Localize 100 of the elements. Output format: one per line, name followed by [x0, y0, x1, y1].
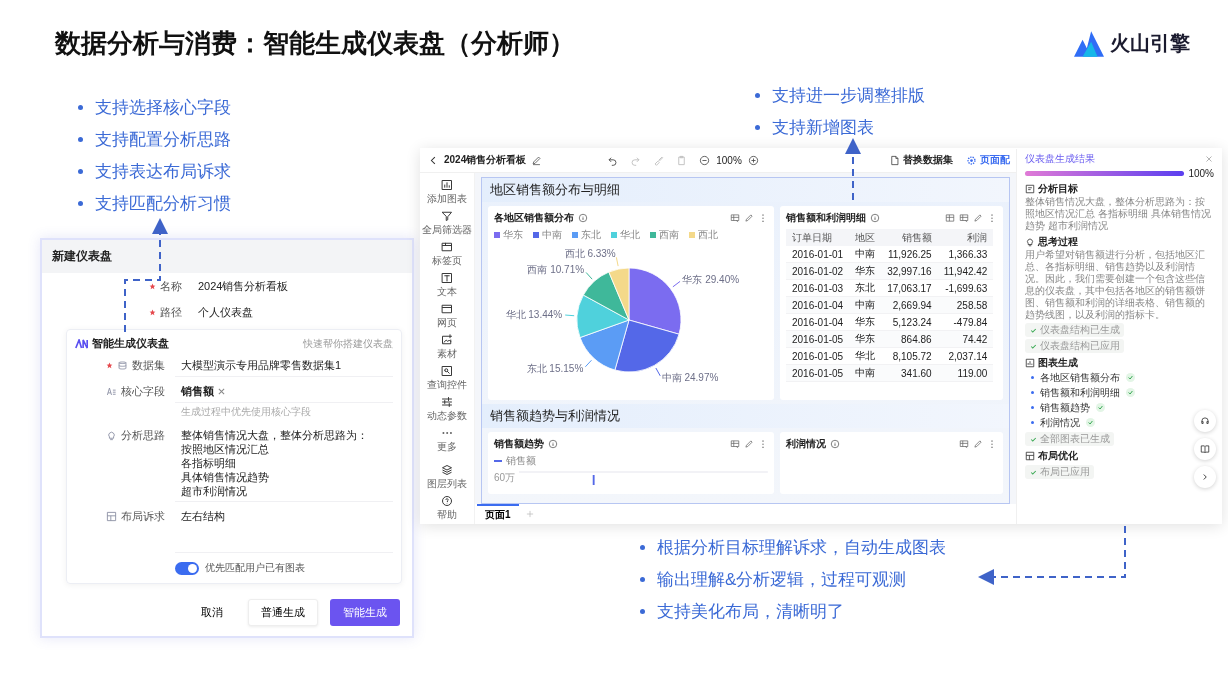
lightbulb-icon — [1025, 236, 1035, 247]
table-icon[interactable] — [945, 213, 955, 223]
pencil-icon[interactable] — [973, 439, 983, 449]
sidebar-item[interactable]: 素材 — [437, 332, 457, 363]
bullet-dot — [78, 168, 83, 174]
sidebar-item[interactable]: 网页 — [437, 301, 457, 332]
panel-title: 仪表盘生成结果 — [1025, 152, 1095, 166]
sidebar-item[interactable]: 标签页 — [432, 239, 462, 270]
field-label: 分析思路 — [121, 428, 165, 443]
step-title: 布局优化 — [1038, 448, 1078, 463]
chart-title: 各地区销售额分布 — [494, 211, 574, 225]
note-text: 根据分析目标理解诉求，自动生成图表 — [657, 536, 946, 559]
dashed-arrow — [845, 138, 861, 201]
grid-icon[interactable] — [730, 439, 740, 449]
leader-line — [672, 280, 681, 288]
legend-label: 东北 — [581, 228, 601, 242]
bullet-dot — [640, 576, 645, 582]
dataset-select[interactable]: 大模型演示专用品牌零售数据集1 — [175, 355, 393, 377]
leader-line — [615, 256, 619, 267]
note-text: 支持配置分析思路 — [95, 128, 231, 151]
zoom-out-icon[interactable] — [699, 154, 711, 166]
sidebar-item[interactable]: 图层列表 — [427, 462, 467, 493]
field-label: 核心字段 — [121, 384, 165, 399]
zoom-in-icon[interactable] — [747, 154, 759, 166]
clipboard-icon[interactable] — [676, 154, 688, 166]
close-icon[interactable] — [1204, 154, 1214, 164]
close-icon[interactable] — [218, 388, 225, 395]
toggle-switch[interactable] — [175, 561, 199, 575]
info-icon[interactable] — [548, 439, 558, 449]
pencil-icon[interactable] — [744, 213, 754, 223]
sidebar-item[interactable]: 查询控件 — [427, 363, 467, 394]
grid-icon[interactable] — [730, 213, 740, 223]
note-text: 支持美化布局，清晰明了 — [657, 600, 844, 623]
dialog-button[interactable]: 智能生成 — [330, 599, 400, 626]
table-cell: 2016-01-01 — [786, 246, 850, 263]
window-icon — [441, 303, 453, 315]
table-cell: 11,926.25 — [881, 246, 938, 263]
slice-label: 华东 29.40% — [682, 273, 740, 285]
table-cell: 1,366.33 — [937, 246, 994, 263]
support-button[interactable] — [1194, 410, 1216, 432]
ai-logo-icon — [75, 338, 88, 349]
legend-label: 华北 — [620, 228, 640, 242]
note-text: 支持选择核心字段 — [95, 96, 231, 119]
field-label: 数据集 — [132, 358, 165, 373]
legend-label: 西北 — [698, 228, 718, 242]
pencil-icon[interactable] — [744, 439, 754, 449]
toggle-label: 优先匹配用户已有图表 — [205, 561, 305, 575]
bullet-dot — [78, 104, 83, 110]
sidebar-item[interactable]: 添加图表 — [427, 177, 467, 208]
sidebar-item[interactable]: 文本 — [437, 270, 457, 301]
layout-icon — [106, 511, 117, 522]
pencil-icon[interactable] — [531, 154, 543, 166]
note-text: 支持匹配分析习惯 — [95, 192, 231, 215]
chart-item-label: 销售额趋势 — [1040, 400, 1090, 415]
note-text: 支持进一步调整排版 — [772, 84, 925, 107]
page-tab[interactable]: 页面1 — [477, 504, 519, 524]
chart-item-label: 利润情况 — [1040, 415, 1080, 430]
undo-icon[interactable] — [607, 154, 619, 166]
info-icon[interactable] — [830, 439, 840, 449]
card-title: 智能生成仪表盘 — [92, 336, 169, 351]
sidebar-item[interactable]: 全局筛选器 — [422, 208, 472, 239]
table-cell: 2016-01-05 — [786, 347, 850, 365]
grid-icon[interactable] — [959, 213, 969, 223]
dialog-button[interactable]: 普通生成 — [248, 599, 318, 626]
chart-title: 销售额趋势 — [494, 437, 544, 451]
tag-label: 仪表盘结构已生成 — [1040, 323, 1120, 337]
dialog-title: 新建仪表盘 — [52, 249, 112, 263]
sidebar-item[interactable]: 动态参数 — [427, 394, 467, 425]
core-field-input[interactable]: 销售额 — [175, 381, 393, 403]
legend-label: 华东 — [503, 228, 523, 242]
table-cell: 华北 — [849, 347, 882, 365]
table-cell: 中南 — [849, 246, 882, 263]
field-label: 名称 — [160, 278, 182, 294]
tag-label: 仪表盘结构已应用 — [1040, 339, 1120, 353]
leader-line — [584, 359, 592, 368]
chart-title: 利润情况 — [786, 437, 826, 451]
help-icon — [441, 495, 453, 507]
toolbar-button[interactable]: 页面配 — [962, 153, 1014, 167]
text-field[interactable]: 个人仪表盘 — [192, 300, 412, 324]
chart-item-label: 各地区销售额分布 — [1040, 370, 1120, 385]
info-icon[interactable] — [870, 213, 880, 223]
logo-text: 火山引擎 — [1110, 31, 1190, 56]
bullet-dot — [78, 200, 83, 206]
sidebar-item[interactable]: 帮助 — [437, 493, 457, 524]
toolbar-button[interactable]: 替换数据集 — [885, 153, 957, 167]
column-header: 利润 — [937, 229, 994, 246]
slice-label: 西南 10.71% — [527, 264, 585, 276]
leader-line — [655, 367, 661, 377]
dialog-button[interactable]: 取消 — [188, 599, 236, 626]
pencil-icon[interactable] — [973, 213, 983, 223]
info-icon[interactable] — [578, 213, 588, 223]
text-field[interactable]: 2024销售分析看板 — [192, 274, 412, 298]
table-cell: 5,123.24 — [881, 313, 938, 331]
book-icon — [1200, 444, 1210, 454]
sidebar-item[interactable]: 更多 — [437, 425, 457, 456]
note-text: 支持新增图表 — [772, 116, 874, 139]
grid-icon[interactable] — [959, 439, 969, 449]
guide-button[interactable] — [1194, 438, 1216, 460]
bullet-dot — [640, 608, 645, 614]
filter-icon — [441, 210, 453, 222]
